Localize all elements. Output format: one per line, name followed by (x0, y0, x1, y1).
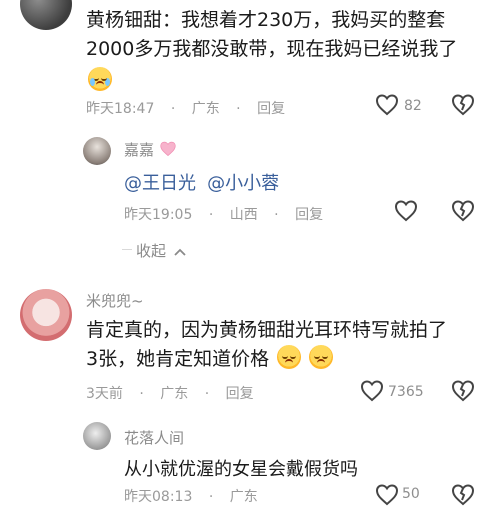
comment-2-meta: 3天前 · 广东 · 回复 (86, 386, 254, 402)
reply-1-location: 山西 (229, 207, 258, 223)
reply-1-mentions: @王日光 @小小蓉 (124, 169, 279, 195)
avatar-user-reply-1[interactable] (83, 137, 111, 165)
reply-2-time: 昨天08:13 (124, 489, 193, 505)
heart-outline-icon (360, 380, 384, 402)
like-button-reply-1[interactable] (394, 200, 418, 222)
dislike-button-reply-1[interactable] (451, 200, 475, 222)
comment-1-time: 昨天18:47 (86, 101, 155, 117)
comment-1-meta: 昨天18:47 · 广东 · 回复 (86, 101, 286, 117)
comment-1-like-count: 82 (404, 98, 422, 114)
crying-emoji (86, 67, 491, 96)
comment-1-location: 广东 (191, 101, 220, 117)
comment-2-time: 3天前 (86, 386, 123, 402)
mention-xiaoxiaorong[interactable]: @小小蓉 (207, 173, 279, 194)
comment-2-line-2: 3张，她肯定知道价格 (86, 345, 491, 374)
comment-2-line-2-text: 3张，她肯定知道价格 (86, 348, 270, 370)
reply-1-meta: 昨天19:05 · 山西 · 回复 (124, 207, 324, 223)
avatar-user-1[interactable] (20, 0, 72, 30)
avatar-user-reply-2[interactable] (83, 422, 111, 450)
like-button-2[interactable] (360, 380, 384, 402)
comment-2-like-count: 7365 (388, 384, 424, 400)
like-button-1[interactable] (375, 94, 399, 116)
reply-1-time: 昨天19:05 (124, 207, 193, 223)
comment-2-text: 肯定真的，因为黄杨钿甜光耳环特写就拍了 3张，她肯定知道价格 (86, 316, 491, 374)
comment-1-reply-button[interactable]: 回复 (257, 101, 285, 117)
broken-heart-icon (451, 94, 475, 116)
comment-2-username[interactable]: 米兜兜~ (86, 290, 144, 311)
avatar-user-2[interactable] (20, 289, 72, 341)
smiling-face-icon (277, 345, 302, 369)
pink-heart-icon (159, 141, 177, 161)
comment-1-line-1: 黄杨钿甜：我想着才230万，我妈买的整套 (86, 9, 446, 31)
broken-heart-icon (451, 484, 475, 506)
chevron-up-icon (173, 243, 187, 261)
reply-2-text: 从小就优渥的女星会戴假货吗 (124, 459, 358, 480)
reply-2-meta: 昨天08:13 · 广东 (124, 489, 258, 505)
dislike-button-2[interactable] (451, 380, 475, 402)
dislike-button-1[interactable] (451, 94, 475, 116)
dislike-button-reply-2[interactable] (451, 484, 475, 506)
collapse-label: 收起 (136, 242, 167, 260)
collapse-button[interactable]: 收起 (136, 240, 187, 261)
reply-1-username[interactable]: 嘉嘉 (124, 139, 177, 161)
reply-1-reply-button[interactable]: 回复 (295, 207, 323, 223)
comment-2-location: 广东 (160, 386, 189, 402)
broken-heart-icon (451, 380, 475, 402)
collapse-left-line (122, 249, 132, 250)
heart-outline-icon (375, 484, 399, 506)
smiling-face-icon (309, 345, 334, 369)
broken-heart-icon (451, 200, 475, 222)
like-button-reply-2[interactable] (375, 484, 399, 506)
comment-1-text: 黄杨钿甜：我想着才230万，我妈买的整套 2000多万我都没敢带，现在我妈已经说… (86, 6, 491, 96)
crying-face-icon (88, 67, 112, 91)
reply-2-username[interactable]: 花落人间 (124, 427, 184, 448)
comment-2-line-1: 肯定真的，因为黄杨钿甜光耳环特写就拍了 (86, 319, 448, 341)
comment-2-reply-button[interactable]: 回复 (226, 386, 254, 402)
comment-1-line-2: 2000多万我都没敢带，现在我妈已经说我了 (86, 38, 458, 60)
reply-2-location: 广东 (229, 489, 258, 505)
heart-outline-icon (375, 94, 399, 116)
reply-1-name-text: 嘉嘉 (124, 141, 155, 159)
mention-wangriguang[interactable]: @王日光 (124, 173, 196, 194)
heart-outline-icon (394, 200, 418, 222)
